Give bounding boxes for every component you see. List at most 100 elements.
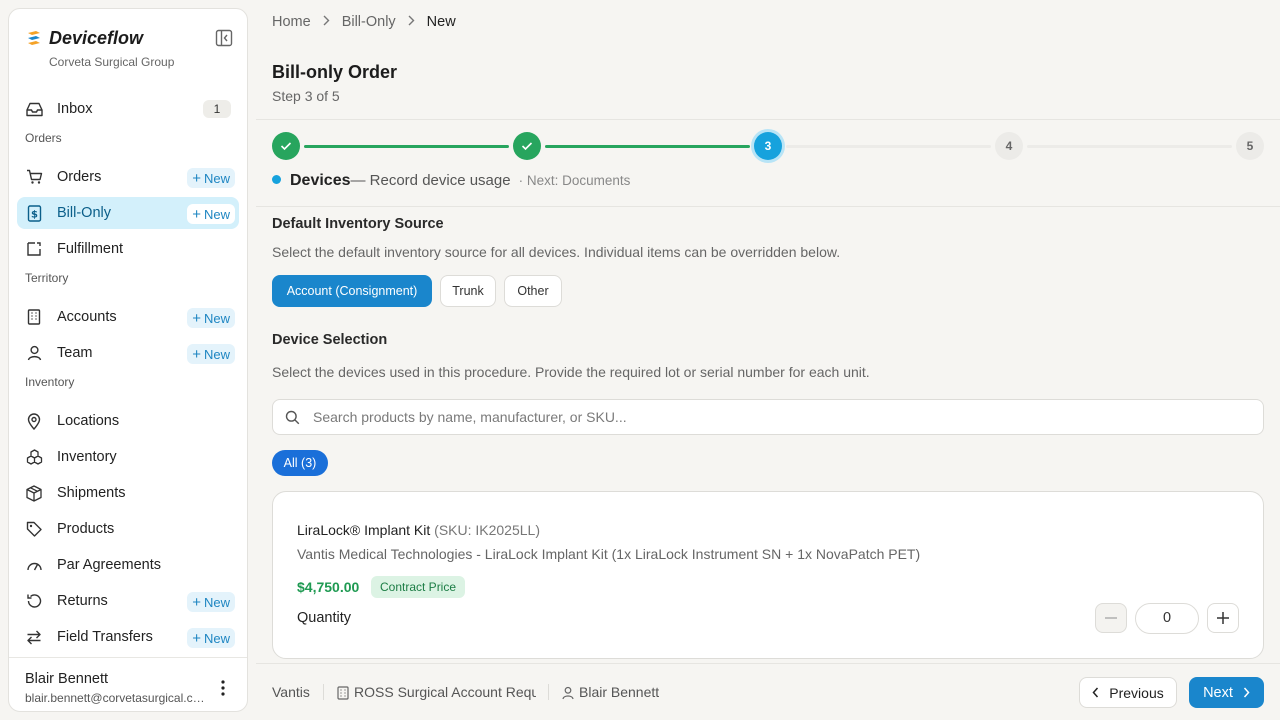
product-description: Vantis Medical Technologies - LiraLock I…	[297, 546, 921, 562]
quantity-label: Quantity	[297, 610, 351, 626]
new-team-button[interactable]: + New	[187, 344, 235, 364]
new-label: New	[203, 594, 230, 610]
product-sku: (SKU: IK2025LL)	[434, 522, 540, 538]
chevron-right-icon	[323, 15, 330, 29]
footer-account: ROSS Surgical Account Request	[354, 684, 536, 700]
plus-icon: +	[192, 345, 201, 363]
breadcrumb-current: New	[426, 14, 456, 30]
product-name: LiraLock® Implant Kit	[297, 522, 431, 538]
plus-icon: +	[192, 309, 201, 327]
order-footer: Vantis ROSS Surgical Account Request Bla…	[256, 663, 1280, 720]
deviceflow-logo-icon	[28, 31, 40, 45]
user-email: blair.bennett@corvetasurgical.com	[25, 691, 209, 705]
box-arrow-icon	[25, 240, 43, 258]
section-label-inventory: Inventory	[25, 375, 75, 389]
step-3-current[interactable]: 3	[754, 132, 782, 160]
sidebar-item-returns[interactable]: Returns + New	[17, 585, 239, 617]
previous-button[interactable]: Previous	[1079, 677, 1177, 708]
sidebar-item-orders[interactable]: Orders + New	[17, 161, 239, 193]
step-1-complete[interactable]	[272, 132, 300, 160]
building-icon	[337, 686, 349, 700]
product-title: LiraLock® Implant Kit (SKU: IK2025LL)	[297, 522, 540, 538]
sidebar-item-label: Team	[57, 345, 93, 361]
page-title: Bill-only Order	[272, 62, 398, 82]
current-step-dot-icon	[272, 175, 281, 184]
page-step-indicator: Step 3 of 5	[272, 88, 340, 104]
quantity-decrement-button[interactable]	[1095, 603, 1127, 633]
sidebar-item-inbox[interactable]: Inbox 1	[17, 93, 239, 125]
next-step-label: · Next: Documents	[518, 173, 631, 188]
next-button[interactable]: Next	[1189, 677, 1264, 708]
breadcrumb-bill-only[interactable]: Bill-Only	[342, 14, 396, 30]
step-connector	[786, 145, 991, 148]
sidebar-item-field-transfers[interactable]: Field Transfers + New	[17, 621, 239, 653]
transfer-arrows-icon	[25, 628, 43, 646]
plus-icon: +	[192, 629, 201, 647]
plus-icon	[1217, 612, 1229, 624]
footer-rep: Blair Bennett	[579, 684, 660, 700]
boxes-icon	[25, 448, 43, 466]
section-label-orders: Orders	[25, 131, 62, 145]
sidebar-item-shipments[interactable]: Shipments	[17, 477, 239, 509]
new-field-transfer-button[interactable]: + New	[187, 628, 235, 648]
device-selection-title: Device Selection	[272, 332, 388, 348]
filter-all-button[interactable]: All (3)	[272, 450, 328, 476]
sidebar-collapse-icon[interactable]	[215, 29, 233, 47]
user-icon	[562, 686, 574, 700]
sidebar-item-accounts[interactable]: Accounts + New	[17, 301, 239, 333]
product-card: LiraLock® Implant Kit (SKU: IK2025LL) Va…	[272, 491, 1264, 659]
step-4[interactable]: 4	[995, 132, 1023, 160]
rotate-ccw-icon	[25, 592, 43, 610]
product-search-input[interactable]	[313, 409, 1213, 425]
sidebar-item-label: Products	[57, 521, 115, 537]
new-label: New	[203, 206, 230, 222]
sidebar-item-label: Inventory	[57, 449, 117, 465]
sidebar-item-locations[interactable]: Locations	[17, 405, 239, 437]
next-label: Next	[1203, 684, 1233, 701]
device-selection-description: Select the devices used in this procedur…	[272, 364, 870, 380]
source-option-account-consignment[interactable]: Account (Consignment)	[272, 275, 432, 307]
sidebar-item-label: Accounts	[57, 309, 117, 325]
new-return-button[interactable]: + New	[187, 592, 235, 612]
footer-separator	[323, 684, 324, 700]
source-option-other[interactable]: Other	[504, 275, 562, 307]
more-vertical-icon[interactable]	[215, 678, 231, 698]
sidebar-item-fulfillment[interactable]: Fulfillment	[17, 233, 239, 265]
sidebar-item-products[interactable]: Products	[17, 513, 239, 545]
tag-icon	[25, 520, 43, 538]
sidebar-item-par-agreements[interactable]: Par Agreements	[17, 549, 239, 581]
check-icon	[521, 142, 533, 151]
sidebar-item-label: Returns	[57, 593, 108, 609]
breadcrumb-home[interactable]: Home	[272, 14, 311, 30]
product-search	[272, 399, 1264, 435]
organization-name: Corveta Surgical Group	[49, 55, 175, 69]
new-label: New	[203, 346, 230, 362]
new-order-button[interactable]: + New	[187, 168, 235, 188]
brand[interactable]: Deviceflow	[25, 27, 143, 49]
sidebar-item-bill-only[interactable]: $ Bill-Only + New	[17, 197, 239, 229]
source-option-trunk[interactable]: Trunk	[440, 275, 496, 307]
minus-icon	[1105, 617, 1117, 619]
new-account-button[interactable]: + New	[187, 308, 235, 328]
sidebar-item-label: Orders	[57, 169, 102, 185]
user-name: Blair Bennett	[25, 671, 109, 687]
current-step-title: Devices	[290, 172, 351, 189]
sidebar-item-inventory[interactable]: Inventory	[17, 441, 239, 473]
sidebar-item-label: Fulfillment	[57, 241, 124, 257]
step-5[interactable]: 5	[1236, 132, 1264, 160]
sidebar-item-team[interactable]: Team + New	[17, 337, 239, 369]
quantity-input[interactable]: 0	[1135, 603, 1199, 634]
step-2-complete[interactable]	[513, 132, 541, 160]
stepper-divider	[256, 206, 1280, 207]
user-profile[interactable]: Blair Bennett blair.bennett@corvetasurgi…	[9, 657, 247, 713]
chevron-right-icon	[1243, 687, 1250, 698]
quantity-increment-button[interactable]	[1207, 603, 1239, 633]
step-connector	[1027, 145, 1232, 148]
header-divider	[256, 119, 1280, 120]
sidebar: Deviceflow Corveta Surgical Group Inbox …	[8, 8, 248, 712]
sidebar-item-label: Shipments	[57, 485, 126, 501]
package-icon	[25, 484, 43, 502]
new-bill-only-button[interactable]: + New	[187, 204, 235, 224]
new-label: New	[203, 170, 230, 186]
current-step-caption: Devices — Record device usage · Next: Do…	[272, 172, 630, 192]
